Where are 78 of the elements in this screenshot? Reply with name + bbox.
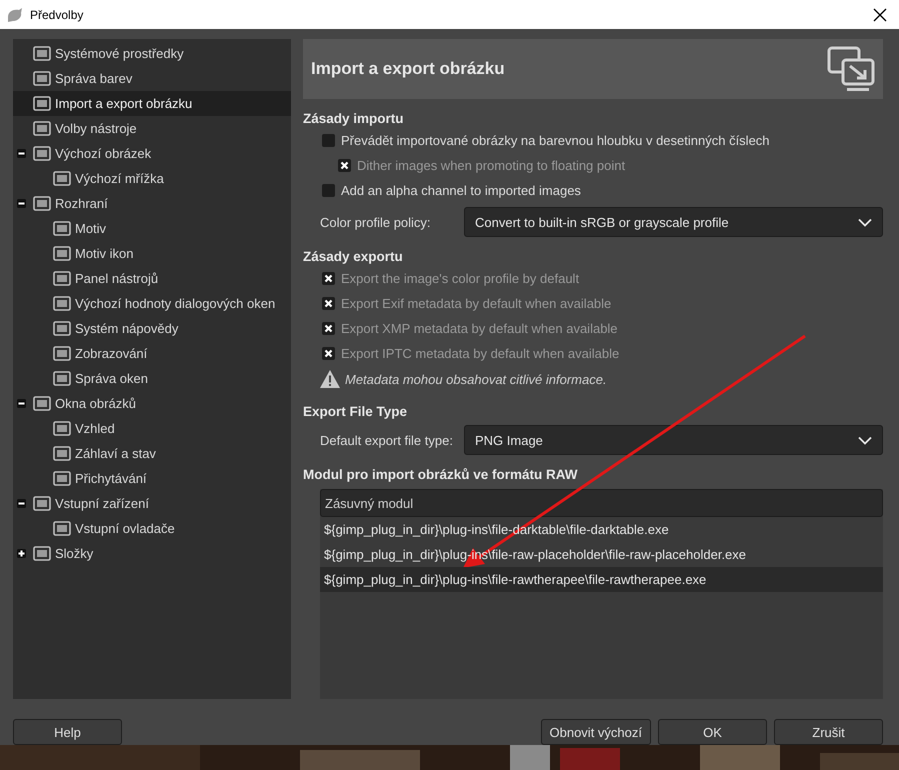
sidebar-item[interactable]: Motiv ikon xyxy=(13,241,291,266)
sidebar-item[interactable]: Správa barev xyxy=(13,66,291,91)
sidebar-item[interactable]: Vzhled xyxy=(13,416,291,441)
section-heading: Export File Type xyxy=(303,404,408,419)
option-label: Add an alpha channel to imported images xyxy=(341,183,581,198)
column-header[interactable]: Zásuvný modul xyxy=(320,489,883,517)
preference-icon xyxy=(33,120,51,138)
preference-icon xyxy=(33,544,51,562)
preference-icon xyxy=(53,320,71,338)
sidebar-item[interactable]: Výchozí hodnoty dialogových oken xyxy=(13,291,291,316)
preference-icon xyxy=(33,494,51,512)
sidebar-item[interactable]: Přichytávání xyxy=(13,466,291,491)
close-icon[interactable] xyxy=(873,8,887,22)
option-label: Export the image's color profile by default xyxy=(341,271,580,286)
collapse-icon[interactable] xyxy=(17,199,26,208)
warning-icon xyxy=(319,369,341,389)
caret-icon xyxy=(858,218,872,226)
sidebar-item[interactable]: Okna obrázků xyxy=(13,391,291,416)
preference-icon xyxy=(33,194,51,212)
option-label: Dither images when promoting to floating point xyxy=(357,158,626,173)
sidebar-item[interactable]: Systém nápovědy xyxy=(13,316,291,341)
section-heading: Zásady importu xyxy=(303,111,404,126)
collapse-icon[interactable] xyxy=(17,399,26,408)
dropdown[interactable]: Convert to built-in sRGB or grayscale profile xyxy=(464,207,883,237)
sidebar-item[interactable]: Záhlaví a stav xyxy=(13,441,291,466)
sidebar-item[interactable]: Složky xyxy=(13,541,291,566)
preference-icon xyxy=(33,70,51,88)
preference-icon xyxy=(53,370,71,388)
sidebar-item[interactable]: Správa oken xyxy=(13,366,291,391)
collapse-icon[interactable] xyxy=(17,149,26,158)
sidebar-item[interactable]: Výchozí mřížka xyxy=(13,166,291,191)
caret-icon xyxy=(858,436,872,444)
preference-icon xyxy=(53,170,71,188)
dialog-button[interactable]: Obnovit výchozí xyxy=(540,719,651,745)
field-label: Default export file type: xyxy=(320,432,454,448)
expand-icon[interactable] xyxy=(17,549,26,558)
collapse-icon[interactable] xyxy=(17,499,26,508)
sidebar-item[interactable]: Vstupní ovladače xyxy=(13,516,291,541)
section-heading: Zásady exportu xyxy=(303,249,403,264)
preference-icon xyxy=(53,294,71,312)
option-label: Export Exif metadata by default when available xyxy=(341,296,612,311)
dropdown[interactable]: PNG Image xyxy=(464,425,883,455)
preference-icon xyxy=(33,94,51,112)
warning-text: Metadata mohou obsahovat citlivé informace. xyxy=(345,372,607,386)
preference-icon xyxy=(33,144,51,162)
dialog-button[interactable]: Zrušit xyxy=(774,719,883,745)
help-button[interactable]: Help xyxy=(13,719,122,745)
dialog-button[interactable]: OK xyxy=(658,719,767,745)
sidebar-item[interactable]: Systémové prostředky xyxy=(13,41,291,66)
section-heading: Modul pro import obrázků ve formátu RAW xyxy=(303,467,578,482)
preference-icon xyxy=(33,394,51,412)
checkbox[interactable] xyxy=(322,134,335,147)
sidebar-item[interactable]: Vstupní zařízení xyxy=(13,491,291,516)
sidebar-item[interactable]: Výchozí obrázek xyxy=(13,141,291,166)
sidebar-item[interactable]: Rozhraní xyxy=(13,191,291,216)
preference-icon xyxy=(53,270,71,288)
option-label: Převádět importované obrázky na barevnou hloubku v desetinných číslech xyxy=(341,133,770,148)
import-export-icon xyxy=(827,44,877,94)
preference-icon xyxy=(53,244,71,262)
checkbox[interactable] xyxy=(322,184,335,197)
field-label: Color profile policy: xyxy=(320,214,432,230)
option-label: Export IPTC metadata by default when available xyxy=(341,346,620,361)
preference-icon xyxy=(53,470,71,488)
preference-icon xyxy=(53,220,71,238)
sidebar-item[interactable]: Volby nástroje xyxy=(13,116,291,141)
preference-icon xyxy=(53,444,71,462)
table-row[interactable]: ${gimp_plug_in_dir}\plug-ins\file-rawtherapee\file-rawtherapee.exe xyxy=(320,567,883,592)
sidebar-item[interactable]: Import a export obrázku xyxy=(13,91,291,116)
sidebar-item[interactable]: Panel nástrojů xyxy=(13,266,291,291)
preference-icon xyxy=(33,44,51,62)
preference-icon xyxy=(53,520,71,538)
option-label: Export XMP metadata by default when available xyxy=(341,321,618,336)
page-title: Import a export obrázku xyxy=(311,59,505,79)
preference-icon xyxy=(53,420,71,438)
sidebar-item[interactable]: Zobrazování xyxy=(13,341,291,366)
preference-icon xyxy=(53,344,71,362)
window-title: Předvolby xyxy=(30,8,84,22)
sidebar-item[interactable]: Motiv xyxy=(13,216,291,241)
